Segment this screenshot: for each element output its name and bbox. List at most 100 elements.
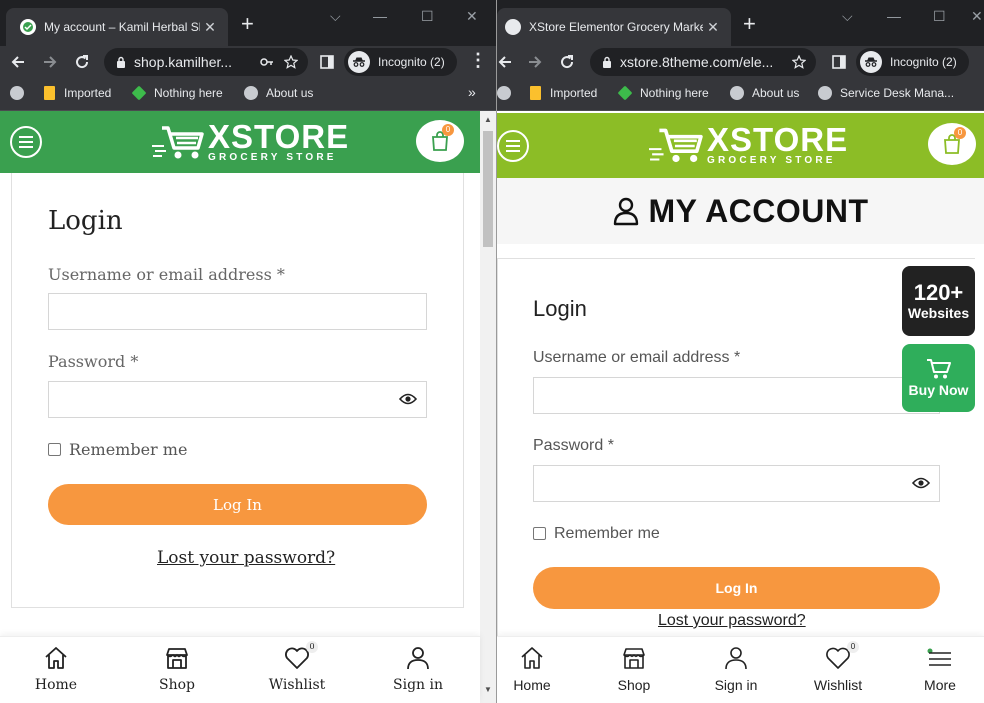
maximize-icon[interactable]: ☐: [933, 8, 946, 25]
tag-icon: [617, 85, 633, 101]
bottom-nav-sign-in[interactable]: Sign in: [701, 637, 771, 703]
page-title: MY ACCOUNT: [648, 192, 869, 229]
reload-icon[interactable]: [555, 50, 579, 74]
new-tab-button[interactable]: +: [743, 13, 756, 35]
cart-icon: [926, 359, 951, 379]
chevron-down-icon[interactable]: ⌵: [330, 8, 341, 25]
xstore-logo[interactable]: XSTORE GROCERY STORE: [152, 118, 350, 164]
username-label: Username or email address *: [533, 349, 741, 366]
show-password-eye-icon[interactable]: [399, 392, 417, 406]
show-password-eye-icon[interactable]: [912, 476, 930, 490]
brand-name: XSTORE: [208, 118, 350, 155]
url-text: xstore.8theme.com/ele...: [620, 54, 774, 70]
address-bar[interactable]: xstore.8theme.com/ele...: [590, 48, 816, 76]
close-tab-icon[interactable]: ✕: [200, 19, 220, 36]
tab-title: My account – Kamil Herbal Sh: [44, 20, 200, 34]
page-scrollbar[interactable]: ▲ ▼: [480, 111, 496, 703]
cart-count-badge: 0: [954, 127, 966, 139]
heart-icon: 0: [284, 641, 318, 673]
minimize-icon[interactable]: —: [887, 8, 901, 24]
bottom-nav-shop[interactable]: Shop: [141, 637, 213, 703]
bookmarks-overflow[interactable]: »: [468, 84, 476, 100]
brand-name: XSTORE: [707, 121, 849, 158]
bottom-nav-more[interactable]: More: [905, 637, 975, 703]
globe-icon: [244, 86, 258, 100]
bookmark-imported[interactable]: Imported: [528, 86, 597, 100]
hamburger-menu-icon[interactable]: [497, 130, 529, 162]
scroll-up-arrow-icon[interactable]: ▲: [484, 115, 492, 124]
bookmark-imported[interactable]: Imported: [42, 86, 111, 100]
websites-promo-button[interactable]: 120+ Websites: [902, 266, 975, 336]
scroll-down-arrow-icon[interactable]: ▼: [484, 685, 492, 694]
back-icon[interactable]: [6, 50, 30, 74]
username-input[interactable]: [48, 293, 427, 330]
globe-icon: [818, 86, 832, 100]
incognito-icon: [860, 51, 882, 73]
user-icon: [405, 643, 431, 673]
key-icon[interactable]: [260, 57, 274, 67]
star-icon[interactable]: [792, 55, 806, 69]
active-tab[interactable]: My account – Kamil Herbal Sh ✕: [6, 8, 228, 46]
side-panel-icon[interactable]: [827, 50, 851, 74]
close-window-icon[interactable]: ✕: [466, 8, 478, 25]
xstore-logo[interactable]: XSTORE GROCERY STORE: [649, 121, 849, 167]
bottom-nav-wishlist[interactable]: 0 Wishlist: [261, 637, 333, 703]
incognito-indicator[interactable]: Incognito (2): [856, 48, 969, 76]
remember-me-checkbox[interactable]: [48, 443, 61, 456]
lost-password-link[interactable]: Lost your password?: [658, 612, 806, 630]
cart-button[interactable]: 0: [928, 123, 976, 165]
address-bar[interactable]: shop.kamilher...: [104, 48, 308, 76]
username-label: Username or email address *: [48, 265, 285, 284]
cart-logo-icon: [649, 128, 703, 163]
site-header: XSTORE GROCERY STORE 0: [0, 111, 480, 173]
shop-icon: [621, 643, 647, 673]
cart-button[interactable]: 0: [416, 120, 464, 162]
menu-dots-icon[interactable]: ⋮: [469, 50, 487, 71]
bottom-nav-wishlist[interactable]: 0 Wishlist: [803, 637, 873, 703]
minimize-icon[interactable]: —: [373, 8, 387, 24]
tag-icon: [131, 85, 147, 101]
incognito-label: Incognito (2): [890, 55, 957, 69]
globe-favicon-icon: [505, 19, 521, 35]
bookmark-about-us[interactable]: About us: [730, 86, 799, 100]
bottom-nav-home[interactable]: Home: [497, 637, 567, 703]
bookmark-globe[interactable]: [10, 86, 32, 100]
reload-icon[interactable]: [70, 50, 94, 74]
lost-password-link[interactable]: Lost your password?: [157, 548, 335, 568]
bottom-nav-home[interactable]: Home: [20, 637, 92, 703]
new-tab-button[interactable]: +: [241, 13, 254, 35]
active-tab[interactable]: XStore Elementor Grocery Marke ✕: [497, 8, 731, 46]
log-in-button[interactable]: Log In: [533, 567, 940, 609]
close-window-icon[interactable]: ✕: [971, 8, 983, 25]
back-icon[interactable]: [497, 50, 517, 74]
incognito-indicator[interactable]: Incognito (2): [344, 48, 457, 76]
bottom-nav-shop[interactable]: Shop: [599, 637, 669, 703]
bookmark-nothing-here[interactable]: Nothing here: [617, 85, 709, 101]
star-icon[interactable]: [284, 55, 298, 69]
password-input[interactable]: [533, 465, 940, 502]
remember-me-checkbox[interactable]: [533, 527, 546, 540]
maximize-icon[interactable]: ☐: [421, 8, 434, 25]
menu-icon: [927, 643, 953, 673]
forward-icon[interactable]: [38, 50, 62, 74]
username-input[interactable]: [533, 377, 940, 414]
cart-logo-icon: [152, 126, 204, 159]
url-text: shop.kamilher...: [134, 54, 233, 70]
bookmarks-bar: Imported Nothing here About us Service D…: [497, 78, 984, 111]
bookmark-service-desk[interactable]: Service Desk Mana...: [818, 86, 954, 100]
log-in-button[interactable]: Log In: [48, 484, 427, 525]
side-panel-icon[interactable]: [315, 50, 339, 74]
hamburger-menu-icon[interactable]: [10, 126, 42, 158]
forward-icon[interactable]: [523, 50, 547, 74]
close-tab-icon[interactable]: ✕: [703, 19, 723, 36]
incognito-icon: [348, 51, 370, 73]
bottom-nav-sign-in[interactable]: Sign in: [382, 637, 454, 703]
bookmark-about-us[interactable]: About us: [244, 86, 313, 100]
buy-now-button[interactable]: Buy Now: [902, 344, 975, 412]
chevron-down-icon[interactable]: ⌵: [842, 8, 853, 25]
scrollbar-thumb[interactable]: [483, 131, 493, 247]
password-input[interactable]: [48, 381, 427, 418]
bookmark-globe[interactable]: [497, 86, 519, 100]
home-icon: [43, 643, 69, 673]
bookmark-nothing-here[interactable]: Nothing here: [131, 85, 223, 101]
